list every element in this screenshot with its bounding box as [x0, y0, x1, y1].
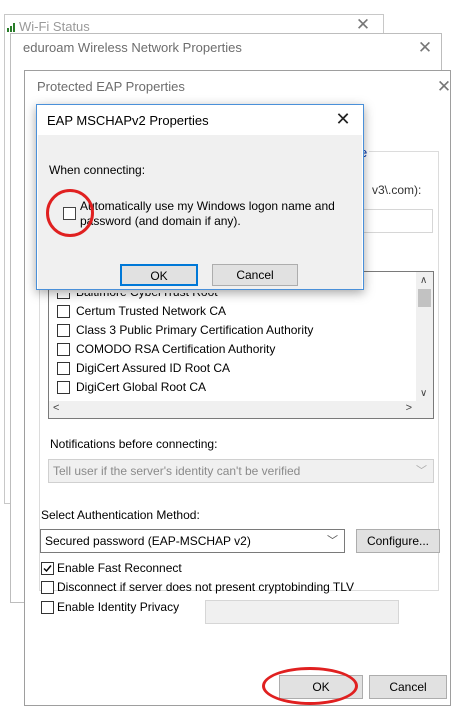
chevron-left-icon[interactable]: < [53, 402, 59, 414]
cert-checkbox[interactable] [57, 381, 70, 394]
screenshot-root: { "wifi_status": { "title": "Wi-Fi Statu… [0, 0, 451, 706]
identity-privacy-checkbox[interactable] [41, 601, 54, 614]
identity-privacy-input[interactable] [205, 600, 399, 624]
fast-reconnect-checkbox[interactable] [41, 562, 54, 575]
auto-logon-option[interactable]: Automatically use my Windows logon name … [63, 197, 353, 231]
configure-button[interactable]: Configure... [356, 529, 440, 553]
peap-titlebar[interactable]: Protected EAP Properties ✕ [25, 71, 451, 101]
vertical-scrollbar[interactable]: ∧ ∨ [416, 272, 433, 403]
chevron-right-icon[interactable]: > [406, 402, 412, 414]
auto-logon-label-line2: password (and domain if any). [80, 214, 241, 228]
close-icon[interactable]: ✕ [329, 107, 357, 131]
cert-label: Certum Trusted Network CA [76, 304, 227, 318]
disconnect-option[interactable]: Disconnect if server does not present cr… [41, 578, 436, 596]
mschap-titlebar[interactable]: EAP MSCHAPv2 Properties ✕ [37, 105, 363, 135]
scrollbar-thumb[interactable] [418, 289, 431, 307]
auto-logon-label-line1: Automatically use my Windows logon name … [80, 199, 335, 213]
disconnect-checkbox[interactable] [41, 581, 54, 594]
auth-method-value: Secured password (EAP-MSCHAP v2) [45, 534, 251, 548]
notifications-label: Notifications before connecting: [50, 437, 218, 451]
cert-checkbox[interactable] [57, 343, 70, 356]
mschap-ok-button[interactable]: OK [120, 264, 198, 286]
trusted-root-ca-list[interactable]: Baltimore CyberTrust Root Certum Trusted … [48, 271, 434, 419]
eduroam-title: eduroam Wireless Network Properties [23, 40, 242, 55]
cert-checkbox[interactable] [57, 324, 70, 337]
chevron-down-icon: ﹀ [327, 535, 338, 547]
auth-method-dropdown[interactable]: Secured password (EAP-MSCHAP v2) ﹀ [40, 529, 345, 553]
servers-label-fragment: v3\.com): [372, 183, 422, 197]
cert-label: DigiCert Global Root CA [76, 380, 207, 394]
close-icon[interactable]: ✕ [430, 75, 451, 99]
when-connecting-label: When connecting: [49, 163, 146, 177]
identity-privacy-option[interactable]: Enable Identity Privacy [41, 598, 211, 616]
cert-label: Baltimore CyberTrust Root [76, 293, 218, 299]
cert-rows: Baltimore CyberTrust Root Certum Trusted … [49, 293, 409, 403]
close-icon[interactable]: ✕ [411, 36, 439, 60]
identity-privacy-label: Enable Identity Privacy [57, 600, 180, 614]
cert-checkbox[interactable] [57, 293, 70, 299]
annotation-circle-checkbox [46, 189, 94, 237]
configure-label: Configure... [366, 534, 430, 548]
peap-cancel-label: Cancel [389, 680, 427, 694]
mschap-cancel-label: Cancel [236, 268, 274, 282]
fast-reconnect-label: Enable Fast Reconnect [57, 561, 182, 575]
chevron-down-icon: ﹀ [416, 465, 427, 477]
cert-checkbox[interactable] [57, 305, 70, 318]
scroll-corner [416, 401, 433, 418]
disconnect-label: Disconnect if server does not present cr… [57, 580, 355, 594]
notifications-value: Tell user if the server's identity can't… [53, 464, 301, 478]
wifi-status-title: Wi-Fi Status [19, 19, 90, 34]
chevron-down-icon[interactable]: ∨ [420, 388, 427, 399]
peap-title: Protected EAP Properties [37, 79, 185, 94]
mschap-title: EAP MSCHAPv2 Properties [47, 113, 209, 128]
cert-label: Class 3 Public Primary Certification Aut… [76, 323, 314, 337]
cert-label: COMODO RSA Certification Authority [76, 342, 276, 356]
mschap-ok-label: OK [150, 269, 168, 283]
chevron-up-icon[interactable]: ∧ [420, 275, 427, 286]
fast-reconnect-option[interactable]: Enable Fast Reconnect [41, 559, 341, 577]
cert-label: DigiCert Assured ID Root CA [76, 361, 231, 375]
auth-method-label: Select Authentication Method: [41, 508, 200, 522]
annotation-circle-ok [262, 667, 358, 705]
horizontal-scrollbar[interactable]: < > [49, 401, 416, 418]
peap-cancel-button[interactable]: Cancel [369, 675, 447, 699]
wifi-icon [7, 21, 17, 32]
notifications-dropdown[interactable]: Tell user if the server's identity can't… [48, 459, 434, 483]
cert-checkbox[interactable] [57, 362, 70, 375]
mschap-cancel-button[interactable]: Cancel [212, 264, 298, 286]
